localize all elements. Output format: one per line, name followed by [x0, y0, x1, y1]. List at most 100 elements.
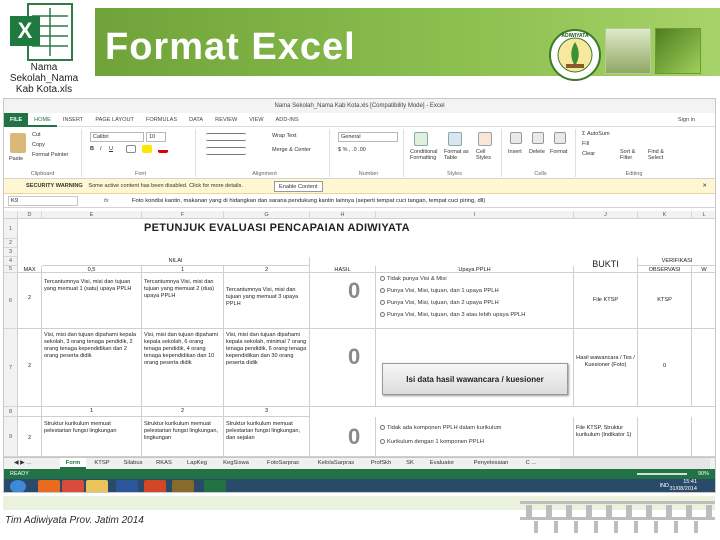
- delete-icon[interactable]: [532, 132, 544, 144]
- tab-view[interactable]: VIEW: [243, 113, 269, 127]
- zoom-slider[interactable]: [637, 473, 687, 475]
- tab-page-layout[interactable]: PAGE LAYOUT: [89, 113, 140, 127]
- bold-button[interactable]: B: [90, 146, 94, 152]
- wawancara-kuesioner-button[interactable]: Isi data hasil wawancara / kuesioner: [382, 363, 568, 395]
- criteria-cell[interactable]: Struktur kurikulum memuat pelestarian fu…: [224, 417, 310, 457]
- observasi-header[interactable]: OBSERVASI: [638, 266, 692, 273]
- autosum-button[interactable]: Σ AutoSum: [582, 131, 610, 137]
- align-left-icon[interactable]: [206, 147, 246, 155]
- sheet-tab-silabus[interactable]: Silabus: [118, 458, 148, 469]
- sheet-tab-evaluator[interactable]: Evaluator: [422, 458, 462, 469]
- sheet-tab-lapkeg[interactable]: LapKeg: [180, 458, 214, 469]
- tab-insert[interactable]: INSERT: [57, 113, 89, 127]
- conditional-formatting-button[interactable]: Conditional Formatting: [410, 149, 440, 161]
- radio-option[interactable]: Punya Visi, Misi, tujuan, dan 2 upaya PP…: [380, 300, 499, 307]
- clear-button[interactable]: Clear: [582, 151, 595, 157]
- select-all-corner[interactable]: [4, 211, 18, 219]
- observasi-cell[interactable]: KTSP: [638, 273, 692, 329]
- number-format-select[interactable]: General: [338, 132, 398, 142]
- row-header[interactable]: 8: [4, 407, 18, 417]
- tab-file[interactable]: FILE: [4, 112, 29, 127]
- criteria-cell[interactable]: Tercantumnya Visi, misi dan tujuan yang …: [224, 273, 310, 329]
- row-header[interactable]: 3: [4, 248, 18, 257]
- fill-button[interactable]: Fill: [582, 141, 589, 147]
- score-header[interactable]: 0,5: [42, 266, 142, 273]
- sheet-tab-kelolasarpras[interactable]: KelolaSarpras: [310, 458, 362, 469]
- sheet-tab-profskh[interactable]: ProfSkh: [364, 458, 398, 469]
- radio-option[interactable]: Punya Visi, Misi, tujuan, dan 1 upaya PP…: [380, 288, 499, 295]
- row-header[interactable]: 4: [4, 257, 18, 266]
- enable-content-button[interactable]: Enable Content: [274, 181, 323, 192]
- conditional-formatting-icon[interactable]: [414, 132, 428, 146]
- italic-button[interactable]: I: [100, 146, 102, 152]
- column-header[interactable]: L: [692, 211, 715, 219]
- verifikasi-header[interactable]: VERIFIKASI: [638, 257, 715, 266]
- observasi-cell[interactable]: [638, 417, 692, 457]
- cell-styles-icon[interactable]: [478, 132, 492, 146]
- radio-option[interactable]: Kurikulum dengan 1 komponen PPLH: [380, 439, 484, 446]
- tab-data[interactable]: DATA: [183, 113, 209, 127]
- column-header[interactable]: J: [574, 211, 638, 219]
- row-header[interactable]: 5: [4, 266, 18, 273]
- column-header[interactable]: K: [638, 211, 692, 219]
- copy-button[interactable]: Copy: [32, 142, 45, 148]
- hasil-cell[interactable]: 0: [310, 417, 376, 457]
- criteria-cell[interactable]: Visi, misi dan tujuan dipahami kepala se…: [224, 329, 310, 407]
- w-cell[interactable]: [692, 329, 715, 407]
- name-box[interactable]: K9: [8, 196, 78, 206]
- font-color-icon[interactable]: [158, 145, 168, 153]
- horizontal-scrollbar[interactable]: [560, 458, 710, 469]
- cell-styles-button[interactable]: Cell Styles: [476, 149, 498, 161]
- input-language[interactable]: IND: [660, 483, 669, 489]
- column-header[interactable]: H: [310, 211, 376, 219]
- radio-option[interactable]: Tidak ada komponen PPLH dalam kurikulum: [380, 425, 502, 432]
- close-icon[interactable]: ✕: [702, 179, 707, 194]
- criteria-cell[interactable]: Visi, misi dan tujuan dipahami kepala se…: [142, 329, 224, 407]
- paste-button[interactable]: Paste: [9, 156, 23, 162]
- max-cell[interactable]: 2: [18, 273, 42, 329]
- criteria-cell[interactable]: Tercantumnya Visi, misi dan tujuan yang …: [42, 273, 142, 329]
- sheet-tab-rkas[interactable]: RKAS: [150, 458, 178, 469]
- score-header[interactable]: 2: [142, 407, 224, 417]
- cut-button[interactable]: Cut: [32, 132, 41, 138]
- observasi-cell[interactable]: 0: [638, 329, 692, 407]
- chrome-icon[interactable]: [62, 480, 84, 492]
- merge-center-button[interactable]: Merge & Center: [272, 147, 311, 153]
- format-as-table-button[interactable]: Format as Table: [444, 149, 470, 161]
- column-header[interactable]: G: [224, 211, 310, 219]
- sheet-tab-ktsp[interactable]: KTSP: [88, 458, 116, 469]
- row-header[interactable]: 2: [4, 239, 18, 248]
- insert-icon[interactable]: [510, 132, 522, 144]
- format-button[interactable]: Format: [550, 149, 567, 155]
- number-format-buttons[interactable]: $ % , .0 .00: [338, 147, 366, 153]
- upaya-header[interactable]: Upaya PPLH: [376, 266, 574, 273]
- worksheet[interactable]: D E F G H I J K L 1 2 3 4 5 6 7 8 9 PETU…: [4, 211, 715, 457]
- tab-add-ins[interactable]: ADD-INS: [270, 113, 305, 127]
- nilai-header[interactable]: NILAI: [42, 257, 310, 266]
- underline-button[interactable]: U: [109, 146, 113, 152]
- start-icon[interactable]: [10, 480, 26, 492]
- sheet-tab-penyelesaian[interactable]: Penyelesaian: [466, 458, 516, 469]
- align-top-icon[interactable]: [206, 133, 246, 141]
- format-icon[interactable]: [554, 132, 566, 144]
- app-icon[interactable]: [172, 480, 194, 492]
- score-header[interactable]: 3: [224, 407, 310, 417]
- excel-taskbar-icon[interactable]: [204, 480, 226, 492]
- bukti-cell[interactable]: File KTSP: [574, 273, 638, 329]
- max-cell[interactable]: 2: [18, 417, 42, 457]
- column-header[interactable]: F: [142, 211, 224, 219]
- row-header[interactable]: 6: [4, 273, 18, 329]
- blank-cell[interactable]: [18, 407, 42, 417]
- column-header[interactable]: E: [42, 211, 142, 219]
- bukti-cell[interactable]: File KTSP, Struktur kurikulum (Indikator…: [574, 417, 638, 457]
- score-header[interactable]: 1: [42, 407, 142, 417]
- row-header[interactable]: 9: [4, 417, 18, 457]
- bukti-cell[interactable]: Hasil wawancara / Tes / Kuesioner (Foto): [574, 329, 638, 407]
- sheet-tab-form[interactable]: Form: [60, 458, 86, 469]
- sheet-tab-more[interactable]: C ...: [520, 458, 542, 469]
- format-as-table-icon[interactable]: [448, 132, 462, 146]
- hasil-header[interactable]: HASIL: [310, 266, 376, 273]
- column-header[interactable]: I: [376, 211, 574, 219]
- max-cell[interactable]: 2: [18, 329, 42, 407]
- fx-icon[interactable]: fx: [104, 194, 109, 208]
